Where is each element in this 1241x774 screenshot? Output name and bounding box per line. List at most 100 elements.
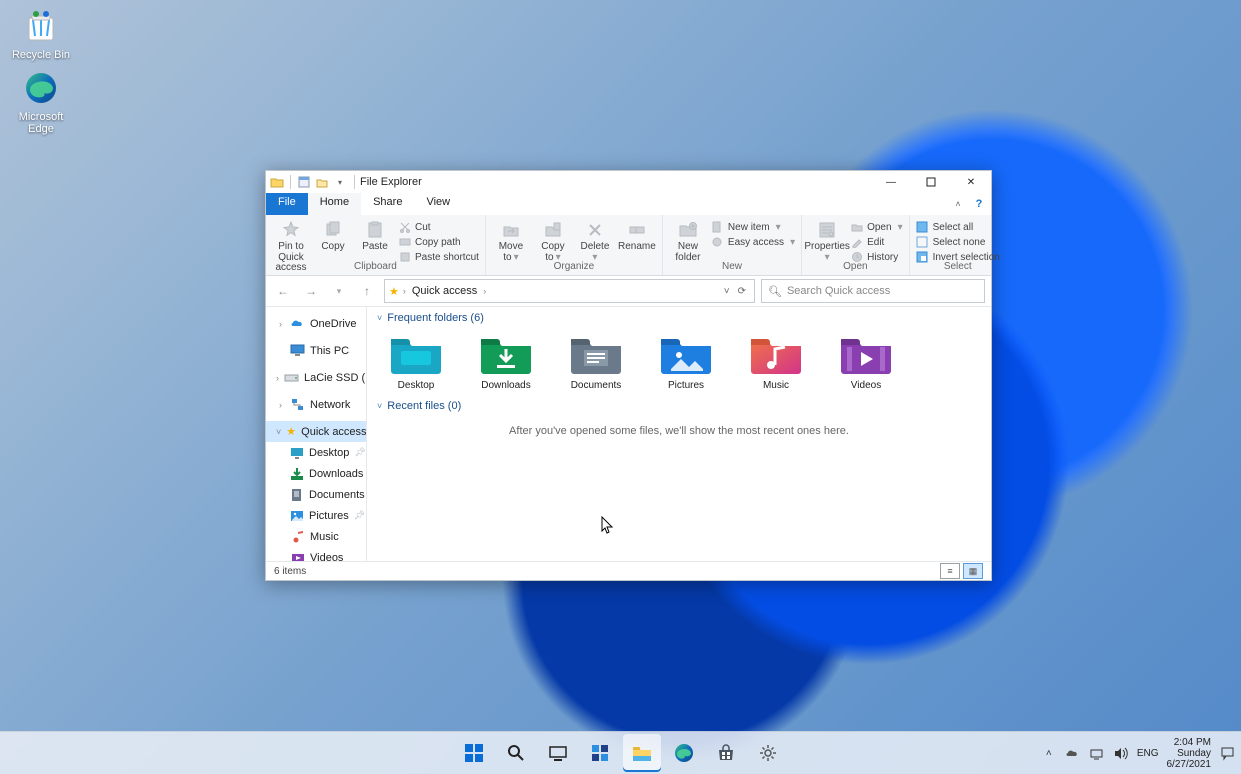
folder-pictures[interactable]: Pictures <box>651 333 721 391</box>
address-dropdown-icon[interactable]: ˅ <box>720 286 734 297</box>
tray-language[interactable]: ENG <box>1137 748 1159 759</box>
taskbar-explorer-button[interactable] <box>623 734 661 772</box>
tray-onedrive-icon[interactable] <box>1065 745 1081 761</box>
select-all-button[interactable]: Select all <box>916 220 1000 234</box>
tab-share[interactable]: Share <box>361 193 414 215</box>
nav-item-downloads[interactable]: Downloads📌︎ <box>266 463 366 484</box>
nav-item-thispc[interactable]: This PC <box>266 340 366 361</box>
taskbar-search-button[interactable] <box>497 734 535 772</box>
delete-button[interactable]: Delete▾ <box>576 219 614 263</box>
easy-access-button[interactable]: Easy access▾ <box>711 235 795 249</box>
nav-recent-button[interactable]: ▾ <box>328 280 350 302</box>
folder-label: Pictures <box>668 380 704 391</box>
tray-volume-icon[interactable] <box>1113 745 1129 761</box>
nav-item-laciessd[interactable]: ›LaCie SSD (E:) <box>266 367 366 388</box>
select-none-button[interactable]: Select none <box>916 235 1000 249</box>
open-button[interactable]: Open▾ <box>850 220 903 234</box>
qat-folder-icon[interactable] <box>269 174 285 190</box>
system-tray[interactable]: ˄ ENG 2:04 PM Sunday 6/27/2021 <box>1041 737 1235 770</box>
taskbar-widgets-button[interactable] <box>581 734 619 772</box>
nav-item-network[interactable]: ›Network <box>266 394 366 415</box>
folder-desktop[interactable]: Desktop <box>381 333 451 391</box>
ribbon-collapse-button[interactable]: ˄ <box>949 193 967 215</box>
taskbar-taskview-button[interactable] <box>539 734 577 772</box>
folder-downloads[interactable]: Downloads <box>471 333 541 391</box>
network-icon <box>290 397 305 412</box>
paste-button[interactable]: Paste <box>356 219 394 253</box>
qat-newfolder-icon[interactable] <box>314 174 330 190</box>
tray-clock[interactable]: 2:04 PM Sunday 6/27/2021 <box>1167 737 1212 770</box>
nav-forward-button[interactable]: → <box>300 280 322 302</box>
navigation-pane[interactable]: ›OneDrive This PC ›LaCie SSD (E:) ›Netwo… <box>266 307 366 561</box>
nav-item-quickaccess[interactable]: ˅★Quick access <box>266 421 366 442</box>
new-folder-button[interactable]: New folder <box>669 219 707 263</box>
nav-item-documents[interactable]: Documents📌︎ <box>266 484 366 505</box>
taskbar-store-button[interactable] <box>707 734 745 772</box>
quick-access-star-icon: ★ <box>389 285 399 298</box>
nav-item-onedrive[interactable]: ›OneDrive <box>266 313 366 334</box>
copy-button[interactable]: Copy <box>314 219 352 253</box>
paste-shortcut-button[interactable]: Paste shortcut <box>398 250 479 264</box>
help-button[interactable]: ? <box>967 193 991 215</box>
taskbar-edge-button[interactable] <box>665 734 703 772</box>
frequent-folders: Desktop Downloads Documents Pictures Mus… <box>367 327 991 395</box>
taskbar-start-button[interactable] <box>455 734 493 772</box>
edit-button[interactable]: Edit <box>850 235 903 249</box>
group-header-frequent[interactable]: ˅ Frequent folders (6) <box>367 307 991 327</box>
rename-button[interactable]: Rename <box>618 219 656 253</box>
view-details-button[interactable]: ≡ <box>940 563 960 579</box>
ribbon-group-organize: Move to▾ Copy to▾ Delete▾ Rename Organiz… <box>486 215 663 275</box>
folder-label: Videos <box>851 380 881 391</box>
main-content: ˅ Frequent folders (6) Desktop Downloads… <box>367 307 991 561</box>
copy-to-button[interactable]: Copy to▾ <box>534 219 572 263</box>
nav-item-music[interactable]: Music <box>266 526 366 547</box>
desktop-icon-edge[interactable]: Microsoft Edge <box>6 68 76 135</box>
tray-chevron-icon[interactable]: ˄ <box>1041 745 1057 761</box>
nav-item-videos[interactable]: Videos <box>266 547 366 561</box>
maximize-button[interactable] <box>911 171 951 193</box>
minimize-button[interactable]: — <box>871 171 911 193</box>
new-item-button[interactable]: New item▾ <box>711 220 795 234</box>
nav-item-desktop[interactable]: Desktop📌︎ <box>266 442 366 463</box>
qat-dropdown-icon[interactable]: ▾ <box>332 174 348 190</box>
tab-home[interactable]: Home <box>308 193 361 215</box>
address-row: ← → ▾ ↑ ★ › Quick access › ˅ ⟳ 🔍︎ Search… <box>266 276 991 307</box>
properties-button[interactable]: Properties▾ <box>808 219 846 263</box>
ribbon: Pin to Quick access Copy Paste Cut Copy … <box>266 215 991 276</box>
taskbar-settings-button[interactable] <box>749 734 787 772</box>
folder-documents[interactable]: Documents <box>561 333 631 391</box>
nav-back-button[interactable]: ← <box>272 280 294 302</box>
tab-file[interactable]: File <box>266 193 308 215</box>
pin-quick-access-button[interactable]: Pin to Quick access <box>272 219 310 274</box>
close-button[interactable]: ✕ <box>951 171 991 193</box>
nav-up-button[interactable]: ↑ <box>356 280 378 302</box>
pin-icon: 📌︎ <box>354 447 365 458</box>
search-placeholder: Search Quick access <box>787 285 890 297</box>
move-to-button[interactable]: Move to▾ <box>492 219 530 263</box>
qat-properties-icon[interactable] <box>296 174 312 190</box>
nav-item-pictures[interactable]: Pictures📌︎ <box>266 505 366 526</box>
group-label: Recent files (0) <box>387 400 461 412</box>
cut-button[interactable]: Cut <box>398 220 479 234</box>
group-header-recent[interactable]: ˅ Recent files (0) <box>367 395 991 415</box>
pictures-icon <box>290 508 304 523</box>
folder-music[interactable]: Music <box>741 333 811 391</box>
status-item-count: 6 items <box>274 566 306 577</box>
pin-icon: 📌︎ <box>354 510 365 521</box>
breadcrumb[interactable]: Quick access <box>408 285 481 297</box>
ribbon-group-select: Select all Select none Invert selection … <box>910 215 1006 275</box>
tray-network-icon[interactable] <box>1089 745 1105 761</box>
edge-icon <box>21 68 61 108</box>
view-large-icons-button[interactable]: ▦ <box>963 563 983 579</box>
address-bar[interactable]: ★ › Quick access › ˅ ⟳ <box>384 279 755 303</box>
tray-notifications-icon[interactable] <box>1219 745 1235 761</box>
ribbon-group-label: Organize <box>554 261 595 273</box>
address-refresh-button[interactable]: ⟳ <box>734 286 750 297</box>
folder-videos[interactable]: Videos <box>831 333 901 391</box>
desktop-icon-recycle-bin[interactable]: Recycle Bin <box>6 6 76 61</box>
search-input[interactable]: 🔍︎ Search Quick access <box>761 279 985 303</box>
copy-path-button[interactable]: Copy path <box>398 235 479 249</box>
tab-view[interactable]: View <box>414 193 462 215</box>
documents-icon <box>290 487 304 502</box>
folder-label: Downloads <box>481 380 530 391</box>
